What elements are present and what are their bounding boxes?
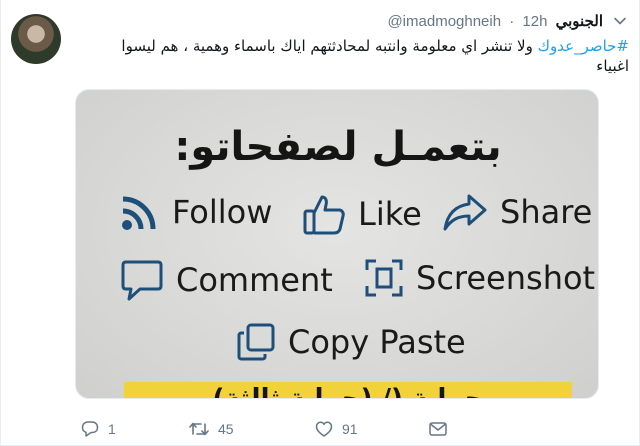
comment-item: Comment bbox=[120, 258, 333, 302]
like-item: Like bbox=[302, 192, 422, 236]
tweet-actions: 1 45 91 bbox=[73, 420, 613, 440]
share-label: Share bbox=[500, 193, 593, 231]
retweet-count: 45 bbox=[218, 421, 234, 437]
avatar[interactable] bbox=[11, 14, 61, 64]
image-headline: بتعمـل لصفحاتو: bbox=[174, 124, 502, 170]
caret-down-icon[interactable] bbox=[613, 14, 627, 28]
reply-count: 1 bbox=[108, 421, 116, 437]
share-item: Share bbox=[442, 192, 592, 232]
rss-icon bbox=[122, 196, 156, 230]
tweet-text: #حاصر_عدوك ولا تنشر اي معلومة وانتبه لمح… bbox=[73, 36, 629, 76]
tweet-text-line2: اغبياء bbox=[596, 57, 629, 75]
follow-label: Follow bbox=[172, 193, 273, 231]
share-arrow-icon bbox=[443, 194, 487, 231]
thumbs-up-icon bbox=[303, 195, 345, 235]
reply-button[interactable]: 1 bbox=[81, 420, 116, 438]
like-label: Like bbox=[358, 195, 422, 233]
screenshot-label: Screenshot bbox=[416, 259, 596, 297]
retweet-icon bbox=[189, 422, 209, 436]
dm-icon bbox=[429, 422, 447, 436]
like-count: 91 bbox=[342, 421, 358, 437]
yellow-banner: حماية (/ (حماية ثالثة) bbox=[124, 382, 572, 399]
tweet-header: الجنوبي @imadmoghneih · 12h bbox=[73, 12, 603, 32]
copy-paste-label: Copy Paste bbox=[288, 323, 466, 361]
follow-item: Follow bbox=[120, 192, 272, 232]
retweet-button[interactable]: 45 bbox=[189, 420, 234, 438]
banner-text: حماية (/ (حماية ثالثة) bbox=[212, 384, 484, 399]
heart-icon bbox=[315, 421, 333, 437]
like-button[interactable]: 91 bbox=[315, 420, 358, 438]
reply-icon bbox=[81, 421, 99, 437]
timestamp[interactable]: 12h bbox=[522, 13, 547, 30]
tweet-image[interactable]: بتعمـل لصفحاتو: Follow Like Share Commen… bbox=[75, 89, 599, 399]
separator-dot: · bbox=[509, 13, 515, 30]
comment-icon bbox=[121, 260, 163, 301]
display-name[interactable]: الجنوبي bbox=[556, 13, 603, 30]
comment-label: Comment bbox=[176, 261, 333, 299]
hashtag-link[interactable]: #حاصر_عدوك bbox=[538, 37, 629, 55]
screenshot-item: Screenshot bbox=[364, 258, 595, 298]
direct-message-button[interactable] bbox=[428, 420, 457, 438]
copy-icon bbox=[237, 323, 275, 361]
tweet-text-line1: ولا تنشر اي معلومة وانتبه لمحادثتهم اياك… bbox=[121, 37, 533, 55]
user-handle[interactable]: @imadmoghneih bbox=[387, 13, 501, 30]
copy-paste-item: Copy Paste bbox=[236, 322, 466, 362]
tweet-card[interactable]: الجنوبي @imadmoghneih · 12h #حاصر_عدوك و… bbox=[0, 0, 640, 446]
screenshot-icon bbox=[365, 259, 403, 297]
